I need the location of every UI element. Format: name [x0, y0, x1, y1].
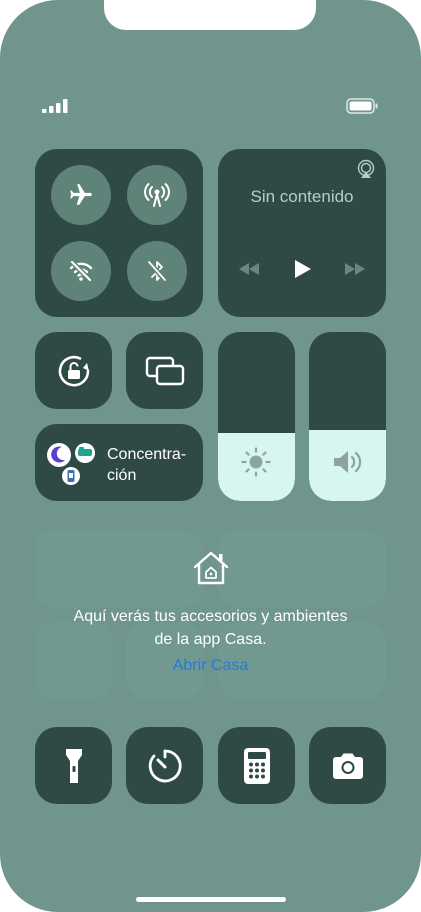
camera-icon [332, 753, 363, 779]
flashlight-icon [65, 748, 82, 783]
calculator-icon [243, 747, 270, 784]
wifi-button[interactable] [51, 241, 111, 301]
house-icon [193, 551, 229, 585]
timer-button[interactable] [126, 727, 203, 804]
open-home-link[interactable]: Abrir Casa [0, 657, 421, 675]
focus-button[interactable]: Concentra- ción [35, 424, 203, 501]
home-message: Aquí verás tus accesorios y ambientes de… [0, 605, 421, 651]
battery-icon [346, 98, 378, 114]
camera-button[interactable] [309, 727, 386, 804]
home-placeholder-tile [35, 530, 203, 607]
media-title: Sin contenido [250, 187, 354, 206]
home-message-line: de la app Casa. [154, 631, 267, 648]
bluetooth-button[interactable] [127, 241, 187, 301]
speaker-icon [334, 451, 362, 473]
rotation-lock-icon [58, 355, 89, 386]
antenna-icon [144, 183, 170, 207]
control-center: Sin contenido Concentra- ción Aquí verás… [0, 0, 421, 912]
cellular-data-button[interactable] [127, 165, 187, 225]
bluetooth-off-icon [146, 259, 168, 283]
screen-mirroring-icon [145, 356, 184, 385]
device-notch [104, 0, 316, 30]
airplay-icon[interactable] [356, 159, 376, 179]
airplane-icon [70, 184, 92, 205]
home-message-line: Aquí verás tus accesorios y ambientes [73, 608, 348, 625]
home-placeholder-tile [218, 530, 386, 607]
rewind-icon[interactable] [238, 262, 260, 276]
calculator-button[interactable] [218, 727, 295, 804]
volume-slider[interactable] [309, 332, 386, 501]
sun-icon [241, 447, 271, 477]
fast-forward-icon[interactable] [344, 262, 366, 276]
play-icon[interactable] [294, 259, 312, 279]
focus-label: Concentra- ción [107, 444, 186, 486]
airplane-mode-button[interactable] [51, 165, 111, 225]
connectivity-panel [35, 149, 203, 317]
focus-mode-icon [47, 443, 95, 485]
screen-mirroring-button[interactable] [126, 332, 203, 409]
signal-bars-icon [42, 99, 68, 113]
now-playing-panel[interactable]: Sin contenido [218, 149, 386, 317]
focus-label-text: Concentra- ción [107, 446, 187, 484]
home-indicator[interactable] [136, 897, 286, 902]
timer-icon [148, 749, 182, 782]
flashlight-button[interactable] [35, 727, 112, 804]
brightness-slider[interactable] [218, 332, 295, 501]
rotation-lock-button[interactable] [35, 332, 112, 409]
wifi-off-icon [69, 259, 93, 283]
